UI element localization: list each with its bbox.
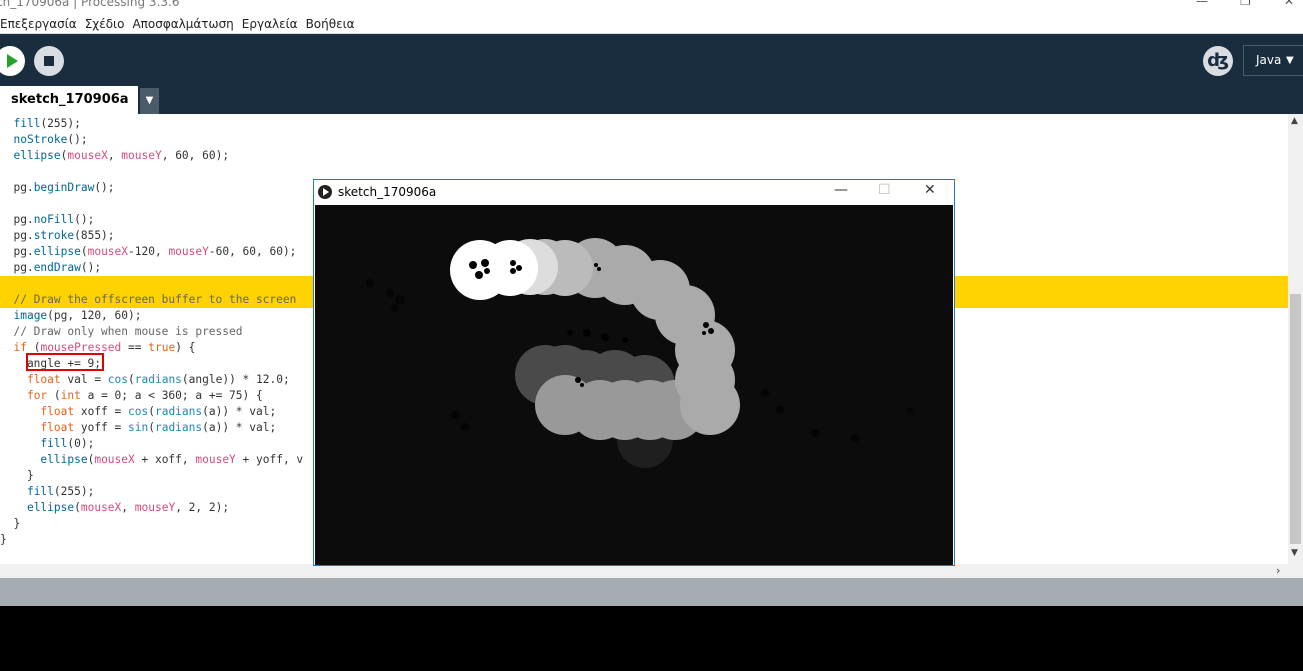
scroll-up-icon[interactable]: ▲: [1291, 116, 1298, 126]
maximize-icon[interactable]: ❐: [1240, 0, 1251, 8]
tab-sketch[interactable]: sketch_170906a: [0, 86, 138, 114]
stop-button[interactable]: [34, 46, 64, 76]
horizontal-scrollbar[interactable]: ›: [0, 564, 1303, 578]
sketch-drawing: [366, 238, 913, 468]
menu-edit[interactable]: Επεξεργασία: [0, 14, 77, 34]
menu-bar: Επεξεργασία Σχέδιο Αποσφαλμάτωση Εργαλεία Βο…: [0, 13, 1303, 34]
run-button[interactable]: [0, 46, 25, 76]
annotation-highlight-box: [26, 353, 104, 371]
mode-selector[interactable]: Java ▼: [1243, 45, 1303, 76]
menu-sketch[interactable]: Σχέδιο: [85, 14, 125, 34]
sketch-canvas[interactable]: [315, 205, 953, 565]
tab-bar: sketch_170906a ▼: [0, 86, 1303, 114]
vertical-scrollbar[interactable]: ▲ ▼: [1288, 114, 1303, 564]
scroll-right-icon[interactable]: ›: [1276, 564, 1280, 577]
close-icon[interactable]: ✕: [924, 182, 936, 198]
code-line: fill(255);: [13, 117, 81, 130]
sketch-title-bar: sketch_170906a — ☐ ✕: [314, 180, 954, 205]
processing-icon: [318, 185, 332, 199]
scrollbar-thumb[interactable]: [1290, 294, 1301, 544]
app-title: ch_170906a | Processing 3.3.6: [0, 0, 180, 9]
code-line: ellipse(mouseX, mouseY, 60, 60);: [13, 149, 230, 162]
minimize-icon[interactable]: —: [834, 182, 848, 198]
sketch-window[interactable]: sketch_170906a — ☐ ✕: [313, 179, 955, 566]
menu-tools[interactable]: Εργαλεία: [242, 14, 298, 34]
toolbar: ʤ Java ▼: [0, 34, 1303, 86]
scroll-down-icon[interactable]: ▼: [1291, 548, 1298, 558]
chevron-down-icon: ▼: [1286, 55, 1294, 66]
tab-menu-arrow-icon[interactable]: ▼: [140, 88, 159, 114]
code-line: noStroke();: [13, 133, 88, 146]
sketch-title: sketch_170906a: [338, 185, 437, 199]
status-bar: [0, 578, 1303, 606]
menu-help[interactable]: Βοήθεια: [306, 14, 355, 34]
app-title-bar: ch_170906a | Processing 3.3.6 — ❐ ✕: [0, 0, 1303, 13]
minimize-icon[interactable]: —: [1196, 0, 1208, 8]
maximize-icon[interactable]: ☐: [878, 182, 891, 198]
tab-label: sketch_170906a: [11, 92, 129, 107]
mode-label: Java: [1256, 53, 1282, 67]
close-icon[interactable]: ✕: [1284, 0, 1294, 8]
console-area[interactable]: [0, 606, 1303, 671]
menu-debug[interactable]: Αποσφαλμάτωση: [132, 14, 233, 34]
debugger-icon[interactable]: ʤ: [1203, 46, 1233, 76]
